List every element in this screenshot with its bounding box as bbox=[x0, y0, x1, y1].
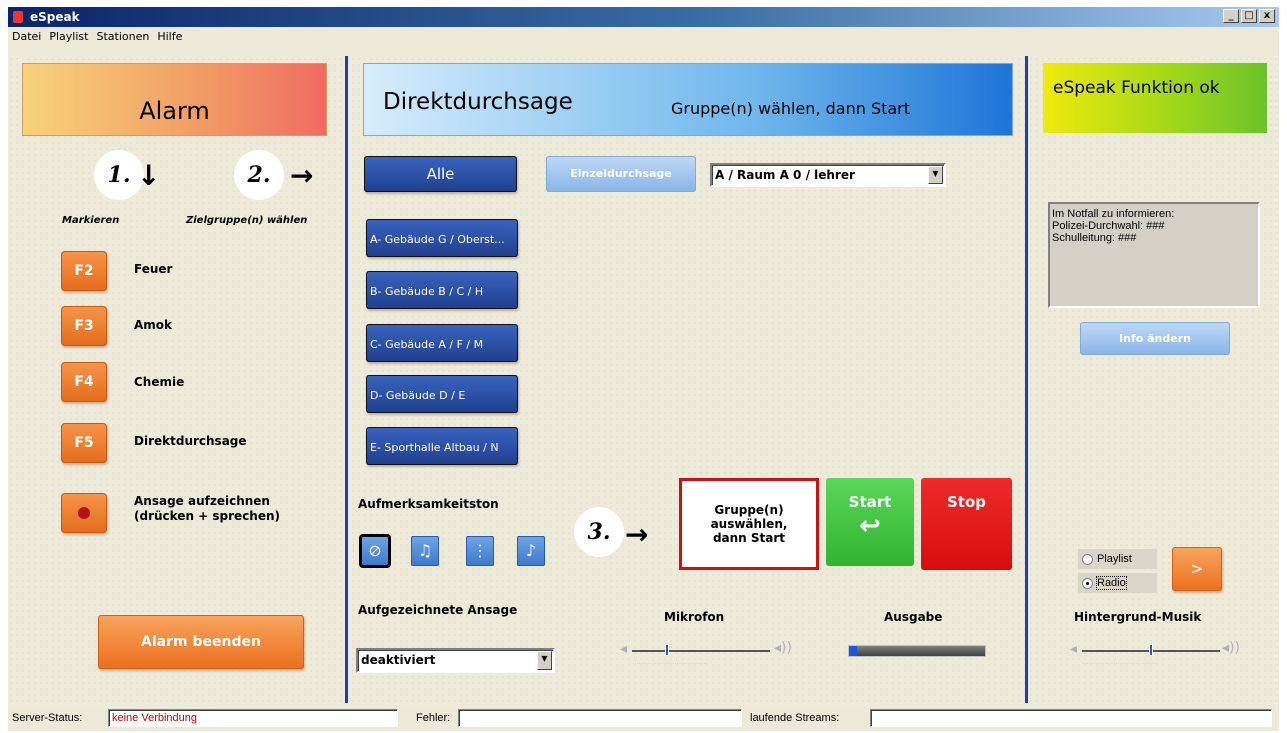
recorded-select-value: deaktiviert bbox=[361, 653, 436, 667]
chevron-down-icon[interactable]: ▼ bbox=[537, 651, 552, 670]
radio-radio-label: Radio bbox=[1096, 576, 1127, 590]
server-status-label: Server-Status: bbox=[12, 712, 83, 724]
f2-feuer-button[interactable]: F2 bbox=[61, 251, 107, 291]
mic-slider-ticks: ·································· bbox=[632, 660, 708, 668]
return-arrow-icon: ↩ bbox=[859, 511, 881, 541]
info-line: Schulleitung: ### bbox=[1052, 232, 1137, 244]
hint-zielgruppe: Zielgruppe(n) wählen bbox=[186, 215, 308, 226]
menu-bar: Datei Playlist Stationen Hilfe bbox=[8, 27, 1279, 56]
start-label: Start bbox=[848, 493, 892, 511]
error-field bbox=[458, 709, 742, 727]
info-change-button[interactable]: Info ändern bbox=[1080, 322, 1230, 355]
recorded-select[interactable]: deaktiviert ▼ bbox=[356, 648, 555, 673]
radio-playlist[interactable]: Playlist bbox=[1078, 549, 1157, 569]
title-bar: eSpeak _ □ x bbox=[8, 7, 1279, 27]
start-button[interactable]: Start ↩ bbox=[826, 478, 914, 566]
group-b-button[interactable]: B- Gebäude B / C / H bbox=[366, 271, 518, 309]
einzeldurchsage-button[interactable]: Einzeldurchsage bbox=[546, 156, 696, 192]
divider-right bbox=[1025, 56, 1028, 703]
alarm-banner: Alarm bbox=[22, 63, 327, 136]
alarm-end-button[interactable]: Alarm beenden bbox=[98, 615, 304, 669]
bg-music-slider-thumb[interactable] bbox=[1149, 644, 1153, 656]
app-logo-icon bbox=[13, 11, 23, 23]
mic-slider-track[interactable] bbox=[632, 650, 770, 652]
group-a-button[interactable]: A- Gebäude G / Oberst... bbox=[366, 219, 518, 257]
feuer-label: Feuer bbox=[134, 262, 173, 276]
group-c-button[interactable]: C- Gebäude A / F / M bbox=[366, 324, 518, 362]
music-note-icon[interactable]: ♪ bbox=[517, 536, 545, 566]
group-d-button[interactable]: D- Gebäude D / E bbox=[366, 375, 518, 413]
menu-datei[interactable]: Datei bbox=[12, 30, 41, 53]
group-e-button[interactable]: E- Sporthalle Altbau / N bbox=[366, 427, 518, 465]
instruction-box: Gruppe(n) auswählen, dann Start bbox=[679, 478, 819, 570]
close-button[interactable]: x bbox=[1259, 9, 1275, 23]
f5-direktdurchsage-button[interactable]: F5 bbox=[61, 423, 107, 463]
menu-hilfe[interactable]: Hilfe bbox=[157, 30, 182, 53]
speaker-low-icon: ◂ bbox=[620, 641, 628, 657]
divider-left bbox=[345, 56, 348, 703]
status-bar: Server-Status: keine Verbindung Fehler: … bbox=[8, 706, 1279, 731]
arrow-right-icon: → bbox=[625, 518, 649, 551]
info-line: Polizei-Durchwahl: ### bbox=[1052, 220, 1165, 232]
chime-icon[interactable]: ⋮ bbox=[466, 536, 494, 566]
source-radio-group: Playlist Radio bbox=[1078, 549, 1157, 593]
info-line: Im Notfall zu informieren: bbox=[1052, 208, 1175, 220]
output-meter-fill bbox=[849, 646, 858, 656]
radio-radio[interactable]: Radio bbox=[1078, 573, 1157, 593]
direct-banner: Direktdurchsage Gruppe(n) wählen, dann S… bbox=[363, 63, 1013, 136]
radio-radio-bullet bbox=[1082, 577, 1093, 589]
chevron-down-icon[interactable]: ▼ bbox=[928, 166, 943, 184]
radio-playlist-label: Playlist bbox=[1097, 553, 1132, 565]
hint-markieren: Markieren bbox=[62, 215, 120, 226]
error-label: Fehler: bbox=[416, 712, 451, 724]
step-2-badge: 2. bbox=[234, 150, 284, 200]
function-status-banner: eSpeak Funktion ok bbox=[1043, 63, 1267, 133]
speaker-high-icon: ◂)) bbox=[774, 640, 792, 656]
output-meter bbox=[848, 645, 986, 657]
next-track-button[interactable]: > bbox=[1172, 547, 1222, 591]
window-title: eSpeak bbox=[30, 10, 80, 24]
speaker-low-icon: ◂ bbox=[1070, 641, 1078, 657]
streams-field bbox=[870, 709, 1272, 727]
mute-bell-icon[interactable]: ⊘ bbox=[361, 536, 389, 566]
minimize-button[interactable]: _ bbox=[1223, 9, 1239, 23]
mic-slider-thumb[interactable] bbox=[665, 644, 669, 656]
background-music-label: Hintergrund-Musik bbox=[1074, 610, 1202, 624]
info-box: Im Notfall zu informieren: Polizei-Durch… bbox=[1048, 202, 1260, 308]
room-select-value: A / Raum A 0 / lehrer bbox=[715, 168, 855, 182]
menu-playlist[interactable]: Playlist bbox=[49, 30, 88, 53]
alle-button[interactable]: Alle bbox=[364, 156, 517, 192]
direct-title: Direktdurchsage bbox=[383, 89, 573, 115]
record-label: Ansage aufzeichnen (drücken + sprechen) bbox=[134, 494, 281, 523]
recorded-announcement-label: Aufgezeichnete Ansage bbox=[358, 603, 518, 617]
radio-playlist-bullet bbox=[1082, 553, 1093, 565]
bell-icon[interactable]: ♫ bbox=[411, 536, 439, 566]
speaker-high-icon: ◂)) bbox=[1222, 640, 1240, 656]
direct-subtitle: Gruppe(n) wählen, dann Start bbox=[671, 99, 911, 118]
arrow-down-icon: ↓ bbox=[137, 159, 161, 192]
chemie-label: Chemie bbox=[134, 375, 185, 389]
main-panel bbox=[8, 56, 1279, 706]
maximize-button[interactable]: □ bbox=[1241, 9, 1257, 23]
amok-label: Amok bbox=[134, 318, 173, 332]
record-button[interactable] bbox=[61, 493, 107, 533]
record-icon bbox=[78, 507, 90, 519]
stop-button[interactable]: Stop bbox=[921, 478, 1012, 570]
room-select[interactable]: A / Raum A 0 / lehrer ▼ bbox=[710, 163, 946, 187]
step-3-badge: 3. bbox=[574, 507, 624, 557]
bg-slider-ticks: ·································· bbox=[1082, 660, 1158, 668]
mic-label: Mikrofon bbox=[664, 610, 725, 624]
f3-amok-button[interactable]: F3 bbox=[61, 306, 107, 346]
server-status-field: keine Verbindung bbox=[108, 709, 398, 727]
output-label: Ausgabe bbox=[884, 610, 943, 624]
f4-chemie-button[interactable]: F4 bbox=[61, 362, 107, 402]
direktdurchsage-label: Direktdurchsage bbox=[134, 434, 247, 448]
arrow-right-icon: → bbox=[290, 159, 314, 192]
streams-label: laufende Streams: bbox=[750, 712, 840, 724]
attention-tone-label: Aufmerksamkeitston bbox=[358, 497, 499, 511]
menu-stationen[interactable]: Stationen bbox=[96, 30, 149, 53]
